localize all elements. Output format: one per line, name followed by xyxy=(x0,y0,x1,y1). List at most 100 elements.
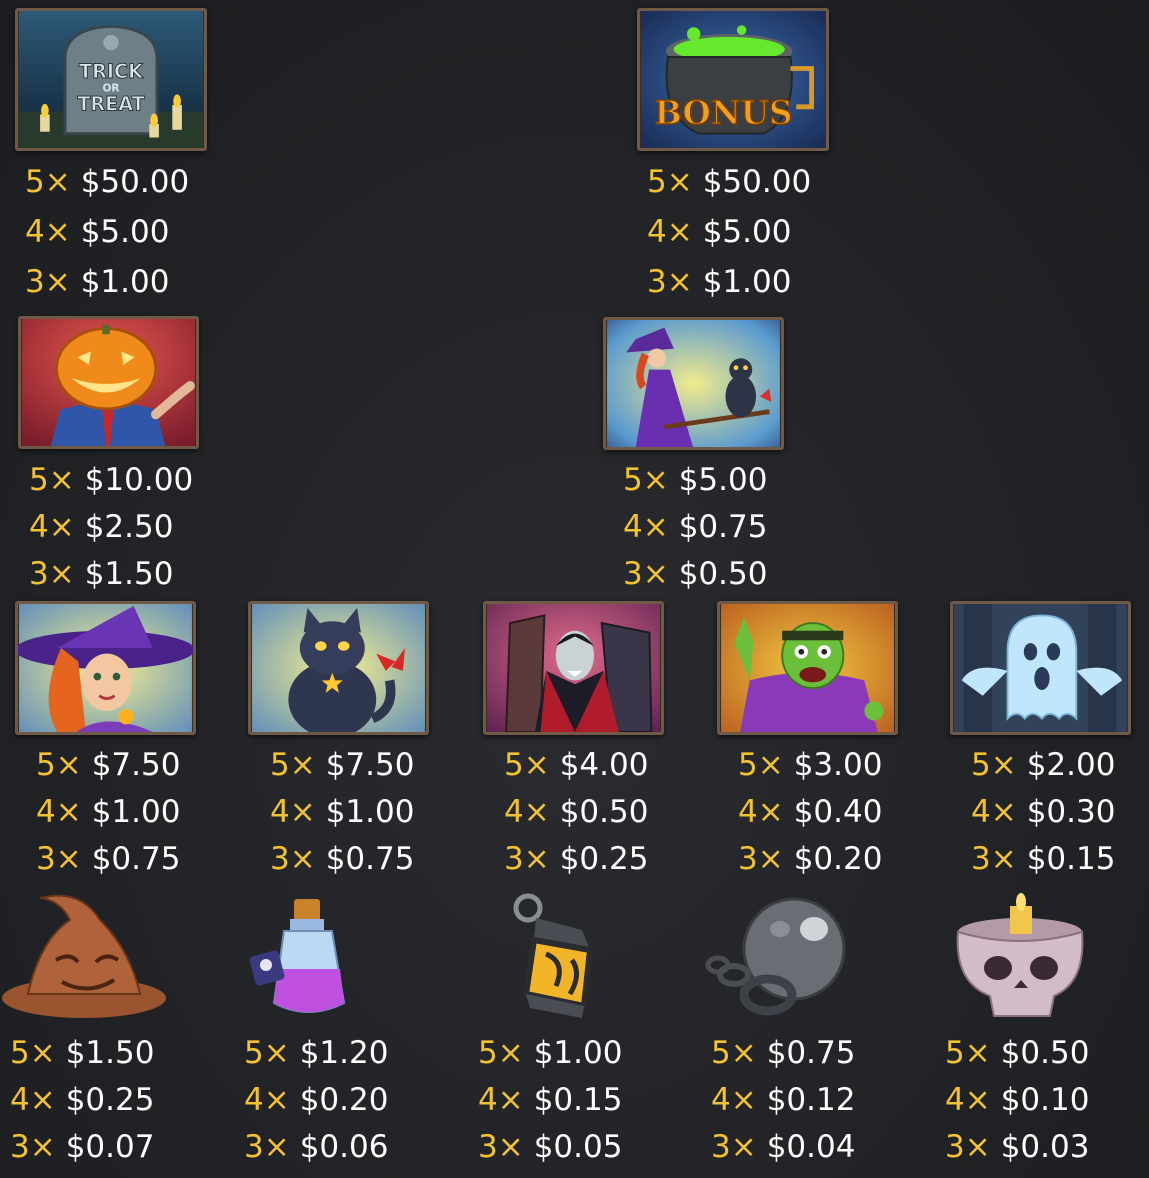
pay-amount: $1.00 xyxy=(702,264,792,300)
pay-multiplier: 5× xyxy=(270,747,316,783)
pay-multiplier: 3× xyxy=(711,1129,757,1165)
pay-amount: $0.10 xyxy=(1000,1082,1090,1118)
witch-icon xyxy=(18,604,193,732)
pay-row-5x: 5× $2.00 xyxy=(971,745,1115,785)
pay-multiplier: 3× xyxy=(25,264,71,300)
pay-row-4x: 4× $0.20 xyxy=(244,1080,388,1120)
pay-multiplier: 4× xyxy=(270,794,316,830)
pay-row-3x: 3× $0.07 xyxy=(10,1127,154,1167)
pay-amount: $1.50 xyxy=(65,1035,155,1071)
pay-row-3x: 3× $0.50 xyxy=(623,554,767,594)
pay-amount: $0.20 xyxy=(793,841,883,877)
pay-amount: $0.50 xyxy=(559,794,649,830)
pay-row-3x: 3× $0.25 xyxy=(504,839,648,879)
pay-multiplier: 5× xyxy=(478,1035,524,1071)
pay-multiplier: 4× xyxy=(244,1082,290,1118)
pay-amount: $0.03 xyxy=(1000,1129,1090,1165)
pay-multiplier: 3× xyxy=(10,1129,56,1165)
pay-amount: $0.20 xyxy=(299,1082,389,1118)
pay-amount: $10.00 xyxy=(84,462,194,498)
ghost-icon xyxy=(954,604,1127,732)
pay-amount: $0.75 xyxy=(325,841,415,877)
pay-amount: $3.00 xyxy=(793,747,883,783)
pay-amount: $0.25 xyxy=(559,841,649,877)
pay-row-4x: 4× $0.30 xyxy=(971,792,1115,832)
pay-amount: $1.00 xyxy=(533,1035,623,1071)
pay-amount: $0.75 xyxy=(678,509,768,545)
pay-multiplier: 3× xyxy=(244,1129,290,1165)
tombstone-text-3: TREAT xyxy=(77,93,144,116)
pay-amount: $4.00 xyxy=(559,747,649,783)
pay-row-3x: 3× $0.20 xyxy=(738,839,882,879)
pay-multiplier: 3× xyxy=(270,841,316,877)
pay-multiplier: 4× xyxy=(945,1082,991,1118)
pay-row-3x: 3× $0.75 xyxy=(36,839,180,879)
pay-multiplier: 4× xyxy=(504,794,550,830)
symbol-bonus-tile: BONUS xyxy=(637,8,829,151)
pay-row-4x: 4× $0.40 xyxy=(738,792,882,832)
pay-multiplier: 3× xyxy=(738,841,784,877)
pay-multiplier: 5× xyxy=(711,1035,757,1071)
pay-multiplier: 3× xyxy=(971,841,1017,877)
pay-multiplier: 3× xyxy=(478,1129,524,1165)
witch-with-cat-icon xyxy=(607,320,780,447)
pay-multiplier: 4× xyxy=(738,794,784,830)
pay-multiplier: 5× xyxy=(36,747,82,783)
symbol-ghost-tile xyxy=(950,601,1131,735)
pay-row-5x: 5× $50.00 xyxy=(25,162,189,202)
pay-row-5x: 5× $50.00 xyxy=(647,162,811,202)
ball-and-chain-icon xyxy=(705,897,846,1016)
pay-row-5x: 5× $0.50 xyxy=(945,1033,1089,1073)
pay-amount: $1.00 xyxy=(325,794,415,830)
pay-multiplier: 5× xyxy=(623,462,669,498)
pay-amount: $0.12 xyxy=(766,1082,856,1118)
pay-row-3x: 3× $0.15 xyxy=(971,839,1115,879)
symbol-vampire-tile xyxy=(483,601,664,735)
pay-row-4x: 4× $5.00 xyxy=(25,212,169,252)
potion-bottle-icon xyxy=(249,899,346,1013)
symbol-cat-tile xyxy=(248,601,429,735)
pay-multiplier: 5× xyxy=(971,747,1017,783)
pay-row-4x: 4× $5.00 xyxy=(647,212,791,252)
pay-row-4x: 4× $0.12 xyxy=(711,1080,855,1120)
pay-amount: $0.50 xyxy=(1000,1035,1090,1071)
pay-row-4x: 4× $2.50 xyxy=(29,507,173,547)
pay-multiplier: 5× xyxy=(244,1035,290,1071)
pay-amount: $0.15 xyxy=(533,1082,623,1118)
pay-amount: $0.07 xyxy=(65,1129,155,1165)
pay-multiplier: 3× xyxy=(504,841,550,877)
symbol-pumpkin-tile xyxy=(18,316,199,449)
pay-row-4x: 4× $1.00 xyxy=(36,792,180,832)
paytable-screen: { "paytable": { "symbols": [ {"name": "t… xyxy=(0,0,1149,1178)
pay-multiplier: 4× xyxy=(711,1082,757,1118)
pay-amount: $1.00 xyxy=(80,264,170,300)
symbol-zombie-tile xyxy=(717,601,898,735)
pumpkin-head-icon xyxy=(22,319,195,446)
pay-amount: $0.25 xyxy=(65,1082,155,1118)
pay-row-4x: 4× $0.75 xyxy=(623,507,767,547)
pay-row-5x: 5× $3.00 xyxy=(738,745,882,785)
tombstone-icon: TRICK OR TREAT xyxy=(19,11,203,148)
symbol-potion xyxy=(248,893,378,1023)
pay-multiplier: 3× xyxy=(945,1129,991,1165)
pay-row-3x: 3× $0.05 xyxy=(478,1127,622,1167)
pay-multiplier: 4× xyxy=(10,1082,56,1118)
pay-amount: $0.06 xyxy=(299,1129,389,1165)
pay-multiplier: 5× xyxy=(945,1035,991,1071)
pay-amount: $0.05 xyxy=(533,1129,623,1165)
pay-multiplier: 4× xyxy=(971,794,1017,830)
pay-multiplier: 5× xyxy=(25,164,71,200)
pay-amount: $0.04 xyxy=(766,1129,856,1165)
pay-amount: $0.75 xyxy=(766,1035,856,1071)
pay-multiplier: 5× xyxy=(504,747,550,783)
pay-amount: $0.50 xyxy=(678,556,768,592)
pay-row-5x: 5× $0.75 xyxy=(711,1033,855,1073)
pay-amount: $2.00 xyxy=(1026,747,1116,783)
pay-multiplier: 4× xyxy=(478,1082,524,1118)
pay-amount: $50.00 xyxy=(80,164,190,200)
pay-multiplier: 4× xyxy=(623,509,669,545)
pay-row-3x: 3× $0.75 xyxy=(270,839,414,879)
pay-amount: $7.50 xyxy=(325,747,415,783)
lantern-icon xyxy=(513,893,594,1018)
tombstone-text-1: TRICK xyxy=(79,60,144,83)
